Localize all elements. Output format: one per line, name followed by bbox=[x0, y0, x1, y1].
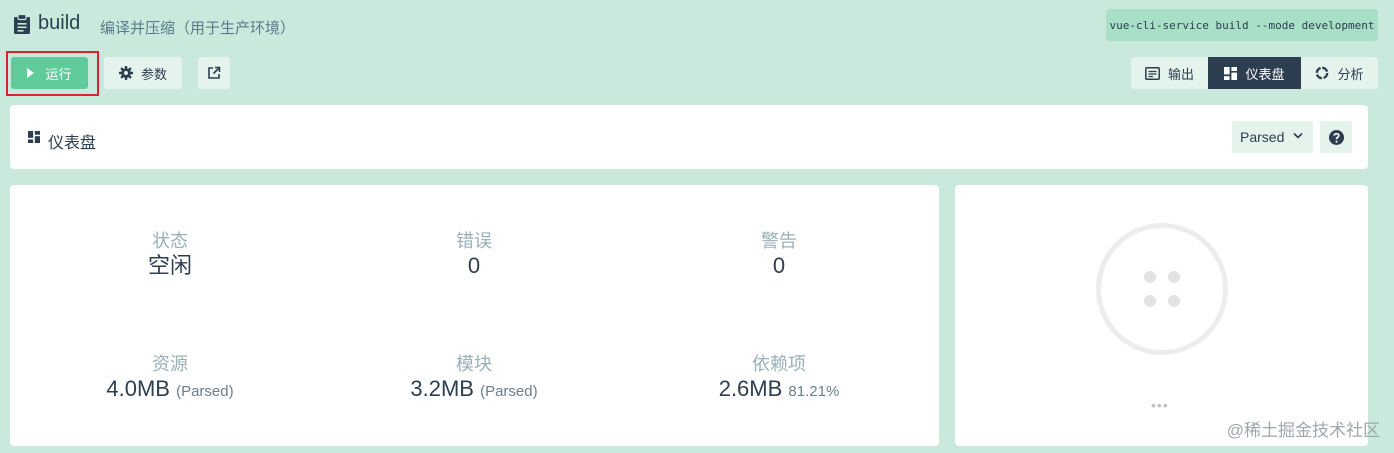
size-mode-value: Parsed bbox=[1240, 129, 1285, 145]
play-icon bbox=[27, 68, 35, 78]
dashboard-header: 仪表盘 Parsed bbox=[10, 105, 1368, 169]
empty-graph-placeholder bbox=[1096, 223, 1228, 355]
stat-modules-value: 3.2MB (Parsed) bbox=[364, 375, 584, 406]
dependency-graph-panel: ••• bbox=[955, 185, 1368, 446]
run-button-label: 运行 bbox=[45, 66, 72, 82]
tab-analyze-label: 分析 bbox=[1337, 66, 1364, 82]
stat-assets-sub: (Parsed) bbox=[176, 383, 234, 400]
stat-errors-label: 错误 bbox=[456, 231, 492, 251]
run-button[interactable]: 运行 bbox=[11, 57, 88, 89]
question-icon bbox=[1328, 129, 1344, 145]
tab-analyze[interactable]: 分析 bbox=[1301, 57, 1378, 89]
open-external-button[interactable] bbox=[198, 57, 230, 89]
stat-modules-sub: (Parsed) bbox=[480, 383, 538, 400]
placeholder-dot bbox=[1168, 271, 1180, 283]
stat-dependencies-size: 2.6MB bbox=[718, 376, 783, 401]
task-name: build bbox=[38, 12, 81, 34]
stat-assets-value: 4.0MB (Parsed) bbox=[60, 375, 280, 406]
params-button-label: 参数 bbox=[140, 66, 167, 82]
placeholder-dot bbox=[1168, 295, 1180, 307]
placeholder-dot bbox=[1144, 271, 1156, 283]
stat-status-label: 状态 bbox=[152, 231, 188, 251]
size-mode-select[interactable]: Parsed bbox=[1232, 121, 1313, 153]
watermark: @稀土掘金技术社区 bbox=[1226, 421, 1380, 440]
stat-assets-size: 4.0MB bbox=[106, 376, 170, 401]
task-description: 编译并压缩（用于生产环境） bbox=[100, 20, 296, 37]
stat-modules-size: 3.2MB bbox=[410, 376, 474, 401]
stat-assets: 资源 4.0MB (Parsed) bbox=[60, 353, 280, 406]
clipboard-icon bbox=[14, 14, 30, 34]
stats-panel: 状态 空闲 错误 0 警告 0 资源 4.0MB (Parsed) 模块 3.2… bbox=[10, 185, 939, 446]
stat-modules-label: 模块 bbox=[456, 354, 492, 374]
stat-status-value: 空闲 bbox=[147, 253, 192, 278]
terminal-icon bbox=[1145, 66, 1160, 80]
stat-assets-label: 资源 bbox=[152, 354, 188, 374]
help-button[interactable] bbox=[1320, 121, 1352, 153]
dashboard-icon bbox=[1224, 66, 1238, 80]
command-display: vue-cli-service build --mode development bbox=[1106, 9, 1378, 41]
gear-icon bbox=[118, 66, 133, 80]
donut-chart-icon bbox=[1316, 66, 1329, 80]
stat-errors: 错误 0 bbox=[364, 230, 584, 280]
stat-modules: 模块 3.2MB (Parsed) bbox=[364, 353, 584, 406]
stat-dependencies: 依赖项 2.6MB 81.21% bbox=[669, 353, 889, 406]
tab-output[interactable]: 输出 bbox=[1131, 57, 1208, 89]
params-button[interactable]: 参数 bbox=[104, 57, 182, 89]
external-link-icon bbox=[208, 66, 221, 79]
stat-warnings: 警告 0 bbox=[669, 230, 889, 280]
stat-dependencies-label: 依赖项 bbox=[752, 354, 806, 374]
dashboard-title: 仪表盘 bbox=[48, 135, 97, 152]
tab-output-label: 输出 bbox=[1167, 66, 1194, 82]
dashboard-icon bbox=[28, 131, 40, 143]
stat-errors-value: 0 bbox=[467, 253, 481, 278]
task-header: build 编译并压缩（用于生产环境） vue-cli-service buil… bbox=[0, 0, 1394, 50]
stat-dependencies-value: 2.6MB 81.21% bbox=[669, 375, 889, 406]
chevron-down-icon bbox=[1293, 132, 1303, 139]
stat-status: 状态 空闲 bbox=[60, 230, 280, 280]
more-indicator: ••• bbox=[1151, 397, 1169, 413]
tab-dashboard-label: 仪表盘 bbox=[1245, 66, 1285, 82]
tab-dashboard[interactable]: 仪表盘 bbox=[1208, 57, 1301, 89]
view-switcher: 输出 仪表盘 分析 bbox=[1131, 57, 1378, 89]
stat-warnings-value: 0 bbox=[772, 253, 786, 278]
stat-dependencies-sub: 81.21% bbox=[788, 383, 840, 400]
placeholder-dot bbox=[1144, 295, 1156, 307]
stat-warnings-label: 警告 bbox=[761, 231, 797, 251]
